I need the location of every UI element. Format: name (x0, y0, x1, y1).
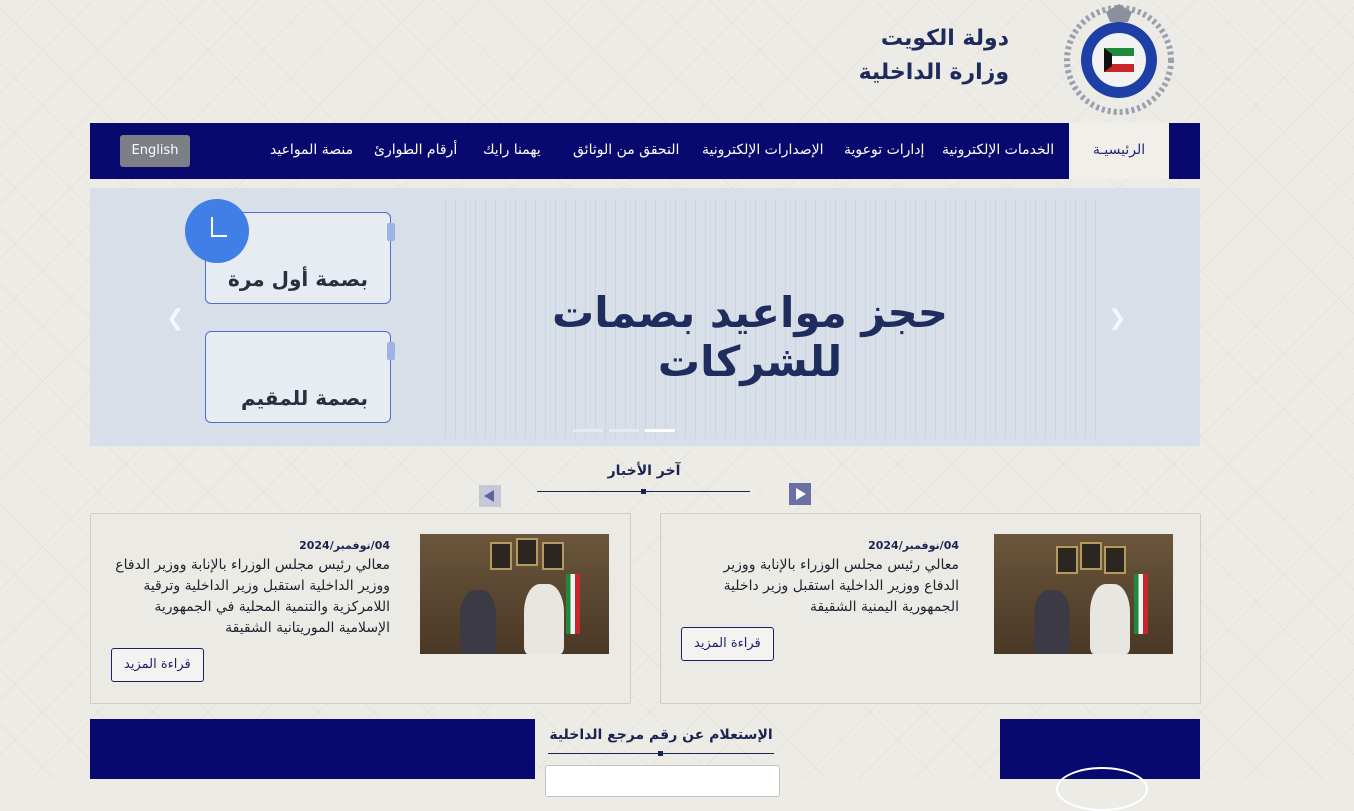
news-card: 04/نوفمبر/2024 معالي رئيس مجلس الوزراء ب… (660, 513, 1201, 704)
fingerprint-resident-card[interactable]: بصمة للمقيم (205, 331, 395, 423)
nav-item-document-verify[interactable]: التحقق من الوثائق (573, 123, 679, 179)
nav-item-e-publications[interactable]: الإصدارات الإلكترونية (702, 123, 824, 179)
chevron-left-icon[interactable]: ❮ (166, 306, 184, 331)
card-label: بصمة للمقيم (240, 386, 368, 410)
nav-item-e-services[interactable]: الخدمات الإلكترونية (942, 123, 1054, 179)
nav-item-emergency-numbers[interactable]: أرقام الطوارئ (374, 123, 457, 179)
news-heading: آخر الأخبار (607, 463, 681, 479)
nav-item-awareness[interactable]: إدارات توعوية (844, 123, 924, 179)
arrow-right-icon (796, 488, 806, 500)
chevron-right-icon[interactable]: ❯ (1108, 306, 1126, 331)
arrow-left-icon (484, 490, 494, 502)
news-card: 04/نوفمبر/2024 معالي رئيس مجلس الوزراء ب… (90, 513, 631, 704)
card-label: بصمة أول مرة (228, 267, 368, 291)
news-prev-button[interactable] (479, 485, 501, 507)
kuwait-police-logo-icon[interactable] (1064, 2, 1174, 116)
news-next-button[interactable] (789, 483, 811, 505)
card-clip (387, 223, 395, 241)
slide-indicator[interactable] (573, 429, 603, 432)
slide-title: حجز مواعيد بصمات للشركات (551, 288, 949, 386)
bottom-banner-right (1000, 719, 1200, 811)
news-photo[interactable] (420, 534, 609, 654)
slide-indicator-active[interactable] (645, 429, 675, 432)
card-clip (387, 342, 395, 360)
reference-number-input[interactable] (545, 765, 780, 797)
hero-slider: حجز مواعيد بصمات للشركات بصمة أول مرة بص… (90, 188, 1200, 446)
clock-badge-icon (185, 199, 249, 263)
news-photo[interactable] (994, 534, 1173, 654)
main-nav: الرئيسيـة الخدمات الإلكترونية إدارات توع… (90, 123, 1200, 179)
read-more-button[interactable]: قراءة المزيد (681, 627, 774, 661)
language-toggle-button[interactable]: English (120, 135, 190, 167)
ministry-name: وزارة الداخلية (858, 60, 1009, 85)
news-divider (537, 489, 750, 494)
emblem-icon (1056, 767, 1148, 811)
read-more-button[interactable]: قراءة المزيد (111, 648, 204, 682)
reference-query-title: الإستعلام عن رقم مرجع الداخلية (549, 727, 773, 743)
reference-divider (548, 751, 774, 756)
nav-item-appointments[interactable]: منصة المواعيد (270, 123, 353, 179)
country-name: دولة الكويت (880, 26, 1009, 51)
site-title: دولة الكويت وزارة الداخلية (859, 22, 1009, 90)
news-date: 04/نوفمبر/2024 (868, 539, 959, 552)
news-text[interactable]: معالي رئيس مجلس الوزراء بالإنابة ووزير ا… (689, 555, 959, 618)
slider-indicators (573, 417, 681, 436)
nav-item-home[interactable]: الرئيسيـة (1069, 123, 1169, 179)
nav-item-feedback[interactable]: يهمنا رايك (483, 123, 541, 179)
news-text[interactable]: معالي رئيس مجلس الوزراء بالإنابة ووزير ا… (110, 555, 390, 639)
bottom-banner-left (90, 719, 535, 779)
slide-indicator[interactable] (609, 429, 639, 432)
news-date: 04/نوفمبر/2024 (299, 539, 390, 552)
